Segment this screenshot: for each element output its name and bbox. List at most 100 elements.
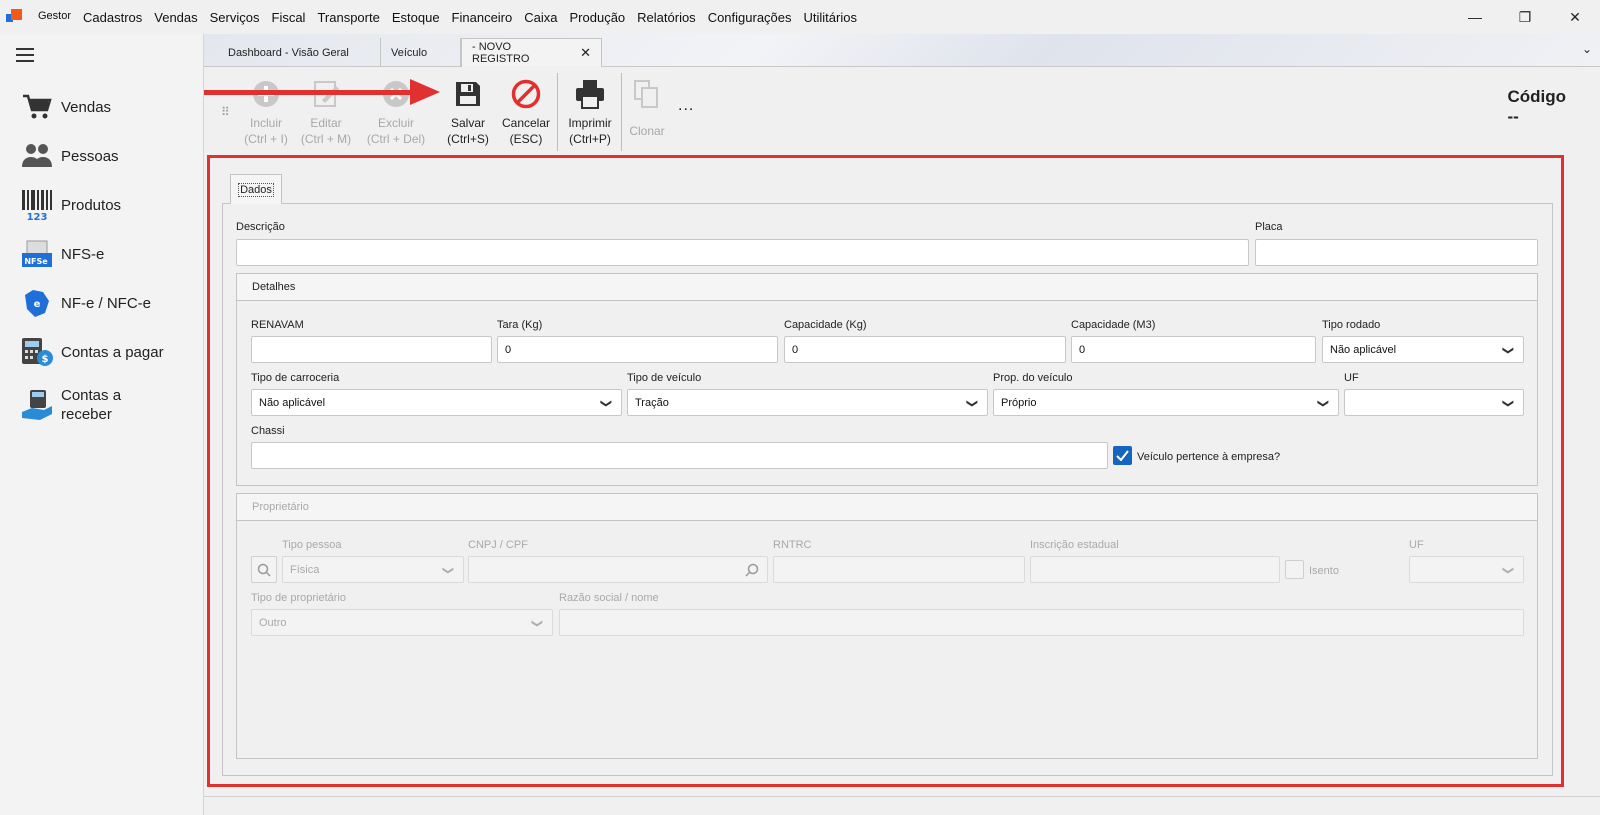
menu-utilitarios[interactable]: Utilitários xyxy=(798,10,863,25)
search-icon xyxy=(257,563,271,577)
hamburger-menu-icon[interactable] xyxy=(16,48,34,62)
cnpj-cpf-input[interactable] xyxy=(468,556,768,583)
capacidade-kg-input[interactable]: 0 xyxy=(784,336,1066,363)
tab-dados[interactable]: Dados xyxy=(230,174,282,204)
cart-icon xyxy=(20,90,54,124)
codigo-value: -- xyxy=(1507,107,1519,126)
search-proprietario-button[interactable] xyxy=(251,556,277,583)
menu-estoque[interactable]: Estoque xyxy=(386,10,446,25)
menu-producao[interactable]: Produção xyxy=(564,10,632,25)
restore-button[interactable]: ❐ xyxy=(1500,0,1550,34)
tipo-pessoa-select[interactable]: Física ❯ xyxy=(282,556,464,583)
tara-value: 0 xyxy=(505,343,512,356)
proprietario-uf-select[interactable]: ❯ xyxy=(1409,556,1524,583)
menu-cadastros[interactable]: Cadastros xyxy=(77,10,148,25)
inscricao-estadual-label: Inscrição estadual xyxy=(1030,539,1119,551)
capacidade-m3-input[interactable]: 0 xyxy=(1071,336,1316,363)
uf-select[interactable]: ❯ xyxy=(1344,389,1524,416)
tab-novo-registro[interactable]: - NOVO REGISTRO ✕ xyxy=(461,38,602,67)
codigo-label: Código xyxy=(1507,87,1566,106)
descricao-input[interactable] xyxy=(236,239,1249,266)
menu-vendas[interactable]: Vendas xyxy=(148,10,203,25)
tab-dashboard[interactable]: Dashboard - Visão Geral xyxy=(218,38,381,67)
imprimir-label: Imprimir (Ctrl+P) xyxy=(568,116,612,146)
isento-checkbox[interactable] xyxy=(1285,560,1304,579)
tipo-carroceria-label: Tipo de carroceria xyxy=(251,372,340,384)
sidebar-item-pessoas[interactable]: Pessoas xyxy=(20,139,119,173)
menu-caixa[interactable]: Caixa xyxy=(518,10,563,25)
placa-input[interactable] xyxy=(1255,239,1538,266)
pertence-empresa-checkbox[interactable] xyxy=(1113,446,1132,465)
incluir-label: Incluir (Ctrl + I) xyxy=(244,116,288,146)
tipo-veiculo-label: Tipo de veículo xyxy=(627,372,702,384)
tipo-proprietario-select[interactable]: Outro ❯ xyxy=(251,609,553,636)
sidebar-item-label: Produtos xyxy=(61,196,122,214)
menu-servicos[interactable]: Serviços xyxy=(204,10,266,25)
salvar-button[interactable]: Salvar (Ctrl+S) xyxy=(442,77,494,147)
salvar-label: Salvar (Ctrl+S) xyxy=(447,116,489,146)
tipo-veiculo-value: Tração xyxy=(635,396,669,409)
menu-bar: Gestor Cadastros Vendas Serviços Fiscal … xyxy=(0,0,1600,34)
tab-label: Veículo xyxy=(391,46,428,59)
cnpj-cpf-label: CNPJ / CPF xyxy=(468,539,528,551)
tipo-carroceria-value: Não aplicável xyxy=(259,396,326,409)
rntrc-input[interactable] xyxy=(773,556,1025,583)
imprimir-button[interactable]: Imprimir (Ctrl+P) xyxy=(562,77,618,147)
renavam-input[interactable] xyxy=(251,336,492,363)
prop-veiculo-value: Próprio xyxy=(1001,396,1037,409)
razao-social-input[interactable] xyxy=(559,609,1524,636)
tab-label: Dashboard - Visão Geral xyxy=(228,46,349,59)
tipo-rodado-select[interactable]: Não aplicável ❯ xyxy=(1322,336,1524,363)
close-tab-icon[interactable]: ✕ xyxy=(580,45,591,61)
tara-label: Tara (Kg) xyxy=(497,319,543,331)
sidebar-item-vendas[interactable]: Vendas xyxy=(20,90,111,124)
proprietario-header: Proprietário xyxy=(237,494,1537,521)
menu-configuracoes[interactable]: Configurações xyxy=(702,10,798,25)
tab-veiculo[interactable]: Veículo xyxy=(381,38,461,67)
sidebar-item-contas-receber[interactable]: Contas a receber xyxy=(20,386,141,424)
toolbar-grip-icon[interactable]: ⠿ xyxy=(221,105,230,119)
proprietario-uf-label: UF xyxy=(1409,539,1424,551)
inscricao-estadual-input[interactable] xyxy=(1030,556,1280,583)
sidebar-item-nfe[interactable]: e NF-e / NFC-e xyxy=(20,286,151,320)
pertence-empresa-label: Veículo pertence à empresa? xyxy=(1137,451,1281,463)
hand-money-icon xyxy=(20,388,54,422)
sidebar-item-label: Vendas xyxy=(61,98,112,116)
chevron-down-icon: ❯ xyxy=(530,618,543,629)
prop-veiculo-select[interactable]: Próprio ❯ xyxy=(993,389,1339,416)
sidebar-item-contas-pagar[interactable]: $ Contas a pagar xyxy=(20,335,164,369)
renavam-label: RENAVAM xyxy=(251,319,304,331)
sidebar-item-label: Pessoas xyxy=(61,147,119,165)
cancelar-button[interactable]: Cancelar (ESC) xyxy=(498,77,554,147)
menu-financeiro[interactable]: Financeiro xyxy=(446,10,519,25)
more-options-button[interactable]: ... xyxy=(678,97,694,115)
menu-fiscal[interactable]: Fiscal xyxy=(266,10,312,25)
sidebar-item-produtos[interactable]: 123 Produtos xyxy=(20,188,121,222)
chassi-input[interactable] xyxy=(251,442,1108,469)
menu-relatorios[interactable]: Relatórios xyxy=(631,10,702,25)
search-icon[interactable] xyxy=(745,563,759,577)
close-window-button[interactable]: ✕ xyxy=(1550,0,1600,34)
cancelar-label: Cancelar (ESC) xyxy=(501,116,551,146)
sidebar-item-label: NF-e / NFC-e xyxy=(61,294,151,312)
chevron-down-icon[interactable]: ⌄ xyxy=(1582,42,1592,56)
svg-text:$: $ xyxy=(42,354,49,365)
sidebar-item-nfse[interactable]: NFSe NFS-e xyxy=(20,237,104,271)
tab-label: - NOVO REGISTRO xyxy=(472,41,530,65)
menu-gestor[interactable]: Gestor xyxy=(32,10,77,25)
tara-input[interactable]: 0 xyxy=(497,336,778,363)
svg-text:e: e xyxy=(34,299,41,310)
nfse-icon: NFSe xyxy=(20,237,54,271)
capacidade-m3-value: 0 xyxy=(1079,343,1086,356)
sidebar-item-label: NFS-e xyxy=(61,245,105,263)
chevron-down-icon: ❯ xyxy=(1501,345,1514,356)
annotation-arrow-line xyxy=(204,90,416,95)
clone-icon xyxy=(631,77,663,111)
menu-transporte[interactable]: Transporte xyxy=(311,10,385,25)
clonar-button[interactable]: Clonar xyxy=(624,77,670,139)
tipo-veiculo-select[interactable]: Tração ❯ xyxy=(627,389,988,416)
tipo-carroceria-select[interactable]: Não aplicável ❯ xyxy=(251,389,622,416)
incluir-button[interactable]: Incluir (Ctrl + I) xyxy=(240,77,292,147)
minimize-button[interactable]: — xyxy=(1450,0,1500,34)
editar-button[interactable]: Editar (Ctrl + M) xyxy=(298,77,354,147)
